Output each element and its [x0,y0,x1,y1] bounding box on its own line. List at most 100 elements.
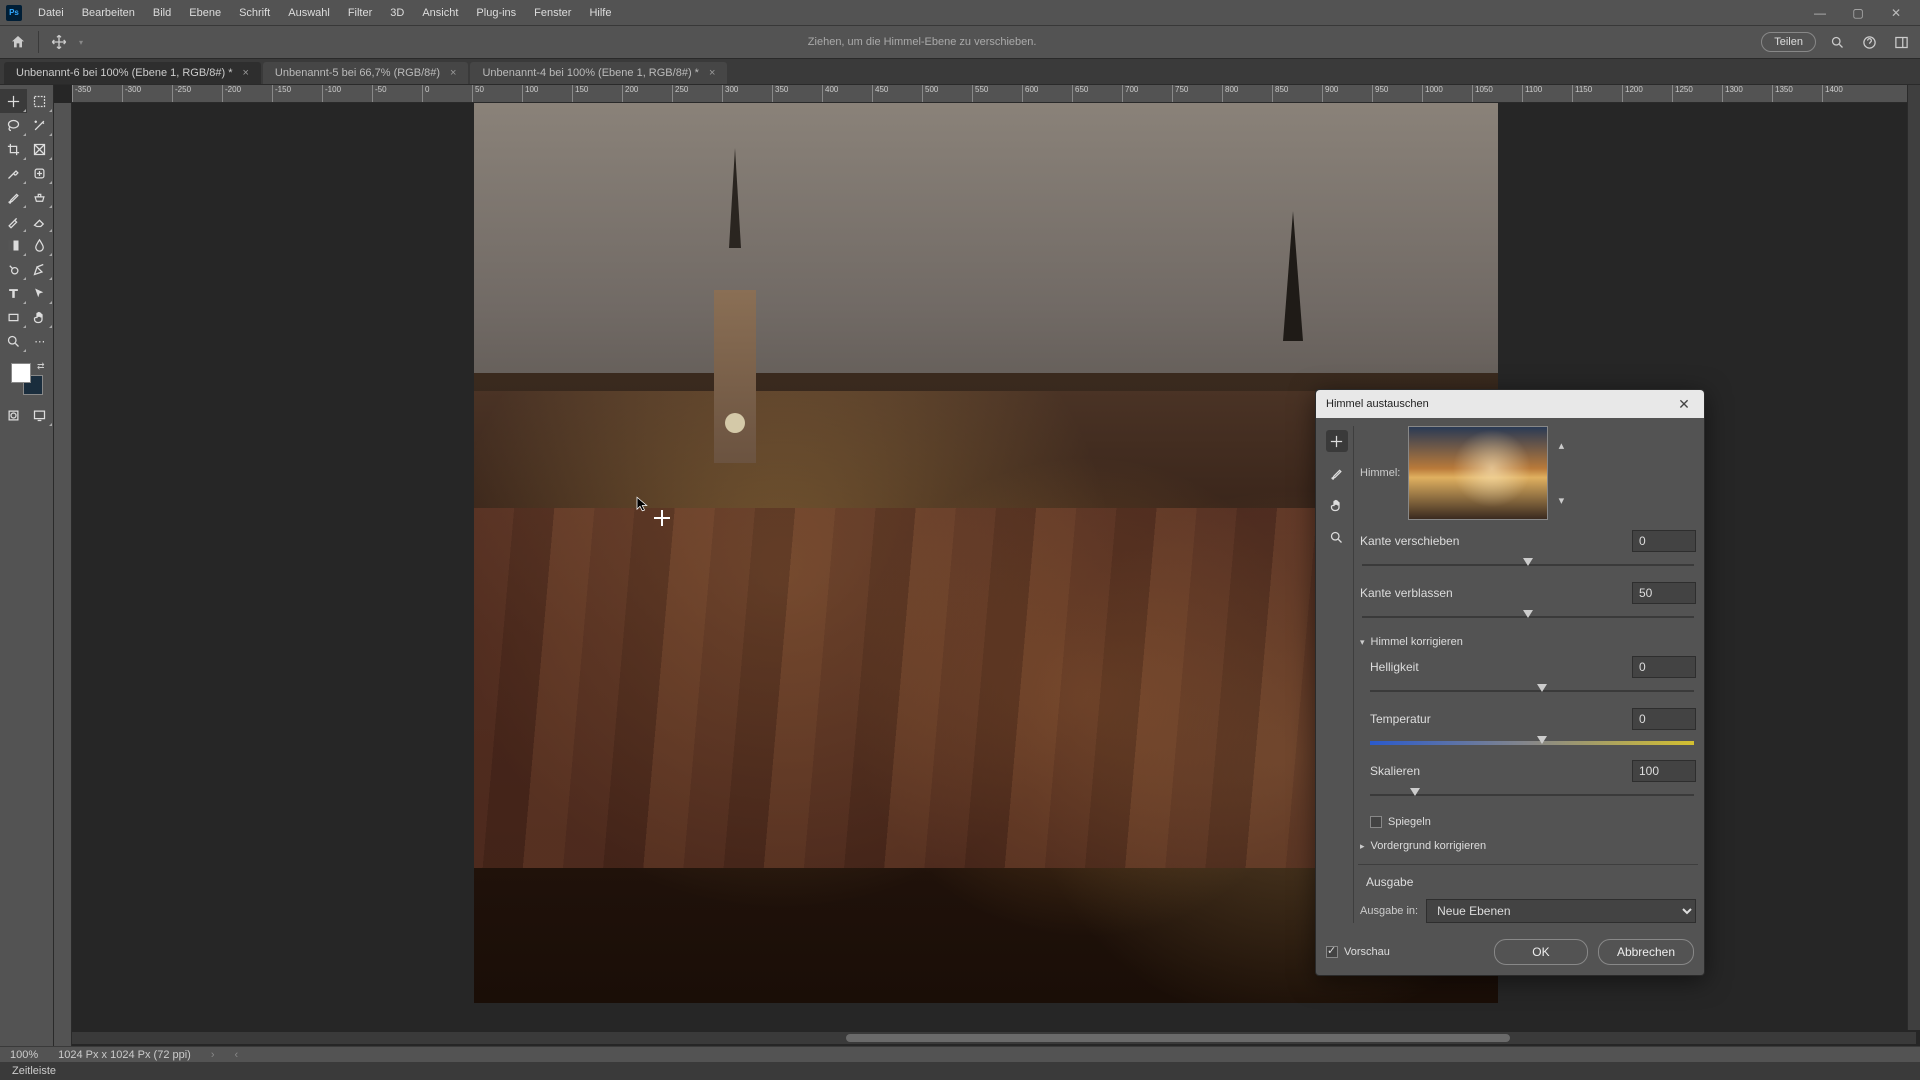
doc-tab-2[interactable]: Unbenannt-5 bei 66,7% (RGB/8#)× [263,62,469,84]
sky-move-tool-icon[interactable] [1326,430,1348,452]
menu-plugins[interactable]: Plug-ins [468,3,524,23]
sky-preset-thumbnail[interactable] [1408,426,1548,520]
ruler-tick: 300 [722,85,772,102]
brush-tool-icon[interactable] [0,185,27,209]
swap-colors-icon[interactable]: ⇄ [37,361,45,372]
options-hint: Ziehen, um die Himmel-Ebene zu verschieb… [93,36,1751,48]
color-swatches[interactable]: ⇄ [11,363,43,395]
doc-tab-3[interactable]: Unbenannt-4 bei 100% (Ebene 1, RGB/8#) *… [470,62,727,84]
edge-fade-input[interactable] [1632,582,1696,604]
zoom-tool-icon[interactable] [0,329,27,353]
menu-image[interactable]: Bild [145,3,179,23]
close-icon[interactable]: × [709,67,715,79]
ruler-tick: 850 [1272,85,1322,102]
sky-brush-tool-icon[interactable] [1326,462,1348,484]
section-sky-adjust[interactable]: ▾Himmel korrigieren [1360,636,1696,648]
brightness-input[interactable] [1632,656,1696,678]
chevron-down-icon[interactable]: ▾ [1559,494,1565,507]
brightness-slider[interactable] [1370,684,1694,698]
status-more-icon[interactable]: › [211,1049,215,1061]
menu-filter[interactable]: Filter [340,3,380,23]
menu-edit[interactable]: Bearbeiten [74,3,143,23]
magic-wand-icon[interactable] [27,113,54,137]
clone-stamp-icon[interactable] [27,185,54,209]
home-icon[interactable] [8,32,28,52]
close-icon[interactable]: × [242,67,248,79]
ruler-vertical[interactable] [54,103,72,1048]
scrollbar-thumb[interactable] [846,1034,1510,1042]
timeline-panel-tab[interactable]: Zeitleiste [0,1062,1920,1080]
window-maximize-icon[interactable]: ▢ [1840,2,1876,24]
lasso-tool-icon[interactable] [0,113,27,137]
workspace-switcher-icon[interactable] [1890,31,1912,53]
crop-tool-icon[interactable] [0,137,27,161]
dodge-tool-icon[interactable] [0,257,27,281]
zoom-level[interactable]: 100% [10,1049,38,1061]
search-icon[interactable] [1826,31,1848,53]
rect-marquee-icon[interactable] [27,89,54,113]
flip-checkbox[interactable]: Spiegeln [1360,816,1696,828]
scale-slider[interactable] [1370,788,1694,802]
eyedropper-icon[interactable] [0,161,27,185]
menu-layer[interactable]: Ebene [181,3,229,23]
edge-fade-slider[interactable] [1362,610,1694,624]
canvas-scrollbar[interactable] [72,1032,1916,1044]
right-panel-collapsed[interactable] [1907,85,1920,1030]
menu-window[interactable]: Fenster [526,3,579,23]
screen-mode-icon[interactable] [27,403,54,427]
quick-mask-icon[interactable] [0,403,27,427]
dialog-close-icon[interactable]: ✕ [1674,394,1694,414]
status-prev-icon[interactable]: ‹ [235,1049,239,1061]
history-brush-icon[interactable] [0,209,27,233]
menu-type[interactable]: Schrift [231,3,278,23]
doc-tab-1[interactable]: Unbenannt-6 bei 100% (Ebene 1, RGB/8#) *… [4,62,261,84]
cursor-arrow-icon [634,495,652,516]
menu-select[interactable]: Auswahl [280,3,338,23]
window-minimize-icon[interactable]: — [1802,2,1838,24]
menu-view[interactable]: Ansicht [414,3,466,23]
sky-zoom-tool-icon[interactable] [1326,526,1348,548]
section-foreground-adjust[interactable]: ▸Vordergrund korrigieren [1360,840,1696,852]
share-button[interactable]: Teilen [1761,32,1816,52]
eraser-tool-icon[interactable] [27,209,54,233]
path-select-icon[interactable] [27,281,54,305]
menu-3d[interactable]: 3D [382,3,412,23]
cancel-button[interactable]: Abbrechen [1598,939,1694,965]
ruler-horizontal[interactable]: -350-300-250-200-150-100-500501001502002… [72,85,1920,103]
blur-tool-icon[interactable] [27,233,54,257]
sky-hand-tool-icon[interactable] [1326,494,1348,516]
output-target-select[interactable]: Neue Ebenen [1426,899,1696,923]
ruler-tick: 950 [1372,85,1422,102]
edge-shift-input[interactable] [1632,530,1696,552]
ruler-tick: -200 [222,85,272,102]
edit-toolbar-icon[interactable]: ⋯ [27,329,54,353]
temperature-input[interactable] [1632,708,1696,730]
ok-button[interactable]: OK [1494,939,1588,965]
temperature-slider[interactable] [1370,736,1694,750]
move-tool-icon[interactable] [0,89,27,113]
help-icon[interactable] [1858,31,1880,53]
scale-input[interactable] [1632,760,1696,782]
chevron-up-icon[interactable]: ▴ [1559,439,1565,452]
menu-help[interactable]: Hilfe [581,3,619,23]
dialog-titlebar[interactable]: Himmel austauschen ✕ [1316,390,1704,418]
canvas-spire-right [1283,211,1303,341]
hand-tool-icon[interactable] [27,305,54,329]
window-close-icon[interactable]: ✕ [1878,2,1914,24]
toolbox: ⋯ ⇄ [0,85,54,1048]
ruler-tick: 550 [972,85,1022,102]
pen-tool-icon[interactable] [27,257,54,281]
healing-brush-icon[interactable] [27,161,54,185]
edge-shift-slider[interactable] [1362,558,1694,572]
move-tool-indicator-icon[interactable] [49,32,69,52]
type-tool-icon[interactable] [0,281,27,305]
preview-checkbox[interactable]: Vorschau [1326,946,1390,958]
menu-file[interactable]: Datei [30,3,72,23]
gradient-tool-icon[interactable] [0,233,27,257]
sky-replace-dialog: Himmel austauschen ✕ Himmel: ▴▾ Kante ve… [1315,389,1705,976]
rectangle-shape-icon[interactable] [0,305,27,329]
fg-color-swatch[interactable] [11,363,31,383]
frame-tool-icon[interactable] [27,137,54,161]
ruler-tick: 1000 [1422,85,1472,102]
close-icon[interactable]: × [450,67,456,79]
